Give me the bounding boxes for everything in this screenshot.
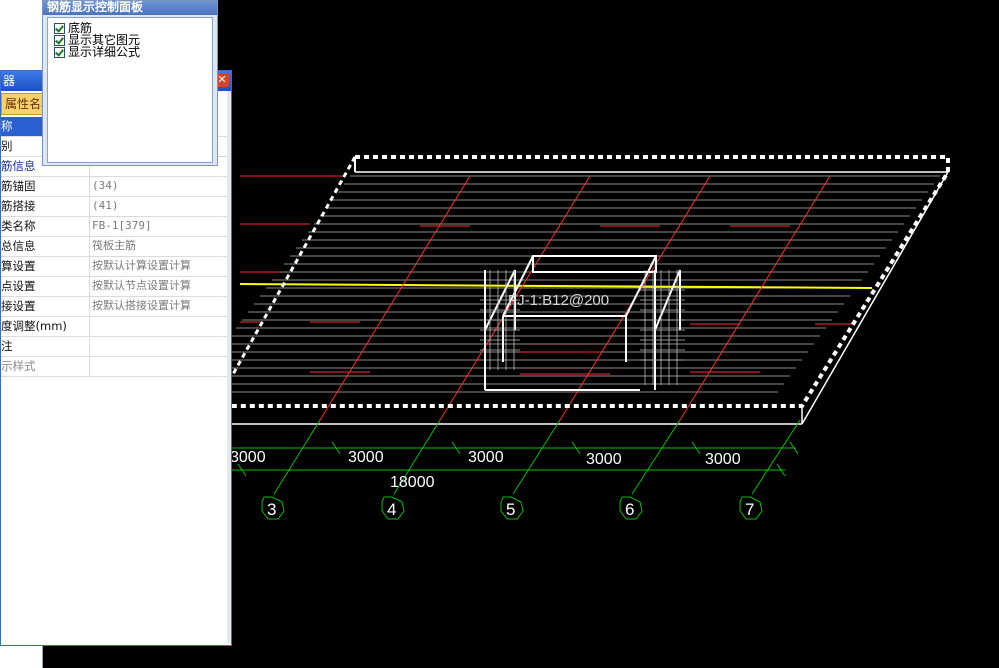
checkbox-show-detailed-formula[interactable]: 显示详细公式 [52,46,212,58]
table-row[interactable]: 筋搭接 (41) [1,197,229,217]
dim-total: 18000 [390,474,435,491]
prop-name: 示样式 [1,357,90,376]
dim-2: 3000 [348,449,384,466]
prop-name: 筋锚固 [1,177,90,196]
vertical-scrollbar[interactable] [227,91,231,643]
prop-name: 筋搭接 [1,197,90,216]
prop-name: 注 [1,337,90,356]
property-panel-title: 器 [3,74,16,88]
prop-name: 算设置 [1,257,90,276]
dim-3: 3000 [468,449,504,466]
table-row[interactable]: 接设置 按默认搭接设置计算 [1,297,229,317]
checkbox-checked-icon[interactable] [54,47,65,58]
rebar-label: FJ-1:B12@200 [508,292,609,309]
prop-value[interactable]: 筏板主筋 [92,237,228,255]
dim-4: 3000 [586,451,622,468]
prop-value[interactable]: FB-1[379] [92,217,228,235]
table-row[interactable]: 类名称 FB-1[379] [1,217,229,237]
checkbox-label: 显示详细公式 [68,45,141,59]
table-row[interactable]: 注 [1,337,229,357]
axis-grid [232,419,801,520]
table-row[interactable]: 总信息 筏板主筋 [1,237,229,257]
table-row[interactable]: 度调整(mm) [1,317,229,337]
table-row[interactable]: 筋锚固 (34) [1,177,229,197]
prop-name: 总信息 [1,237,90,256]
dim-1: 3000 [230,449,266,466]
axis-label-3: 3 [267,500,276,519]
table-row[interactable]: 算设置 按默认计算设置计算 [1,257,229,277]
highlight-rebar [239,283,873,289]
prop-name: 类名称 [1,217,90,236]
rebar-panel-body: 底筋 显示其它图元 显示详细公式 [47,17,213,163]
checkbox-checked-icon[interactable] [54,35,65,46]
prop-name: 点设置 [1,277,90,296]
rebar-panel-title[interactable]: 钢筋显示控制面板 [43,1,217,15]
rebar-display-control-panel: 钢筋显示控制面板 底筋 显示其它图元 显示详细公式 [42,0,218,166]
prop-value[interactable]: 按默认搭接设置计算 [92,297,228,315]
axis-label-7: 7 [745,500,754,519]
prop-name: 接设置 [1,297,90,316]
table-row[interactable]: 示样式 [1,357,229,377]
axis-label-5: 5 [506,500,515,519]
prop-value[interactable]: 按默认节点设置计算 [92,277,228,295]
prop-value[interactable]: (41) [92,197,228,215]
dim-5: 3000 [705,451,741,468]
prop-name: 度调整(mm) [1,317,90,336]
checkbox-checked-icon[interactable] [54,23,65,34]
axis-label-6: 6 [625,500,634,519]
prop-value[interactable]: 按默认计算设置计算 [92,257,228,275]
prop-value[interactable]: (34) [92,177,228,195]
axis-label-4: 4 [387,500,396,519]
table-row[interactable]: 点设置 按默认节点设置计算 [1,277,229,297]
